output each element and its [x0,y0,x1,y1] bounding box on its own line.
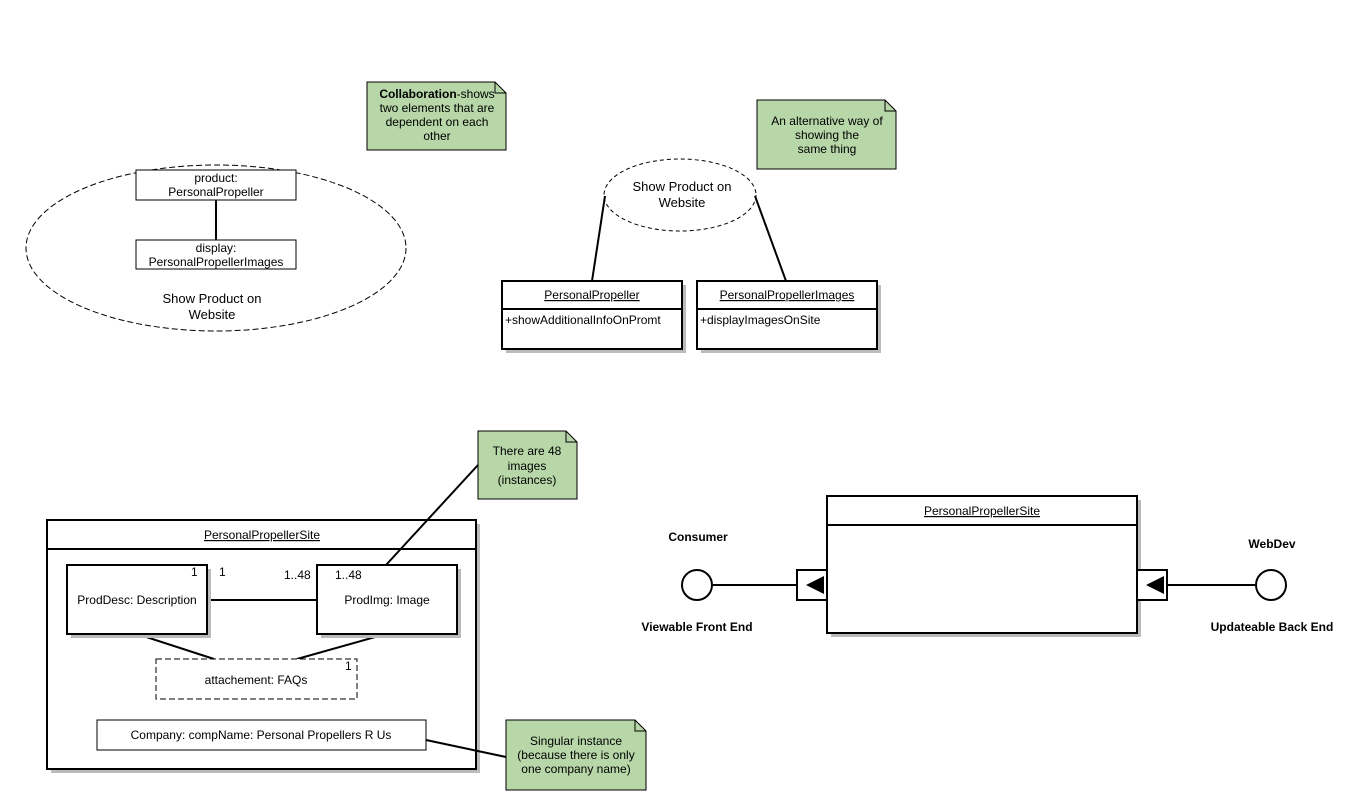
component-personal-propeller-site[interactable]: PersonalPropellerSite [826,495,1141,637]
class-personal-propeller[interactable]: PersonalPropeller +showAdditionalInfoOnP… [501,280,686,353]
part-label: ProdDesc: Description [77,593,196,607]
port-front-end[interactable] [796,569,828,601]
part-label: ProdImg: Image [344,593,430,607]
webdev-label: WebDev [1248,537,1295,551]
ellipse-label: Website [189,307,236,322]
product-box-line1: product: [194,171,237,185]
uml-diagram-canvas: Collaboration-shows two elements that ar… [25,81,1334,791]
component-title: PersonalPropellerSite [924,504,1040,518]
part-prod-desc[interactable]: ProdDesc: Description 1 [66,564,211,638]
display-box-line1: display: [196,241,237,255]
product-box-line2: PersonalPropeller [168,185,263,199]
class-name: PersonalPropeller [544,288,639,302]
class-personal-propeller-images[interactable]: PersonalPropellerImages +displayImagesOn… [696,280,881,353]
association-end-multiplicity: 1 [219,565,226,579]
note-text: showing the [795,128,859,142]
note-text: same thing [798,142,857,156]
note-text: (instances) [498,473,557,487]
ellipse-label: Show Product on [162,291,261,306]
part-label: Company: compName: Personal Propellers R… [131,728,392,742]
front-end-interface-label: Viewable Front End [641,620,752,634]
port-back-end[interactable] [1136,569,1168,601]
note-text: (because there is only [517,748,634,762]
note-text: images [508,459,547,473]
product-object-box[interactable]: product: PersonalPropeller [135,169,297,201]
class-name: PersonalPropellerImages [720,288,855,302]
composite-personal-propeller-site[interactable]: PersonalPropellerSite ProdDesc: Descript… [46,519,480,773]
role-line [754,195,787,282]
alt-ellipse-label: Show Product on [632,179,731,194]
part-faqs[interactable]: attachement: FAQs 1 [155,658,358,700]
display-object-box[interactable]: display: PersonalPropellerImages [135,239,297,270]
note-text: other [423,129,450,143]
note-alternative[interactable]: An alternative way of showing the same t… [756,99,897,170]
alt-collaboration[interactable]: Show Product on Website [591,158,787,282]
part-multiplicity: 1 [191,565,198,579]
note-singular[interactable]: Singular instance (because there is only… [505,719,647,791]
composite-title: PersonalPropellerSite [204,528,320,542]
part-prod-img[interactable]: ProdImg: Image 1..48 [316,564,461,638]
interface-lollipop-icon[interactable] [1255,569,1287,601]
note-collaboration[interactable]: Collaboration-shows two elements that ar… [366,81,507,151]
association-end-multiplicity: 1..48 [284,568,311,582]
role-line [591,195,606,282]
note-text: An alternative way of [771,114,883,128]
interface-lollipop-icon[interactable] [681,569,713,601]
note-images[interactable]: There are 48 images (instances) [477,430,578,500]
note-text: dependent on each [386,115,489,129]
part-multiplicity: 1 [345,659,352,673]
class-operation: +showAdditionalInfoOnPromt [505,313,661,327]
note-collaboration-line1: Collaboration-shows [379,87,494,101]
collaboration-ellipse[interactable]: product: PersonalPropeller display: Pers… [25,164,407,332]
note-text: two elements that are [380,101,495,115]
back-end-interface-label: Updateable Back End [1211,620,1334,634]
class-operation: +displayImagesOnSite [700,313,821,327]
consumer-label: Consumer [668,530,728,544]
part-label: attachement: FAQs [205,673,308,687]
display-box-line2: PersonalPropellerImages [149,255,284,269]
note-text: one company name) [521,762,630,776]
part-company[interactable]: Company: compName: Personal Propellers R… [96,719,427,751]
alt-ellipse-label: Website [659,195,706,210]
note-text: There are 48 [493,444,562,458]
part-multiplicity: 1..48 [335,568,362,582]
note-text: Singular instance [530,734,622,748]
